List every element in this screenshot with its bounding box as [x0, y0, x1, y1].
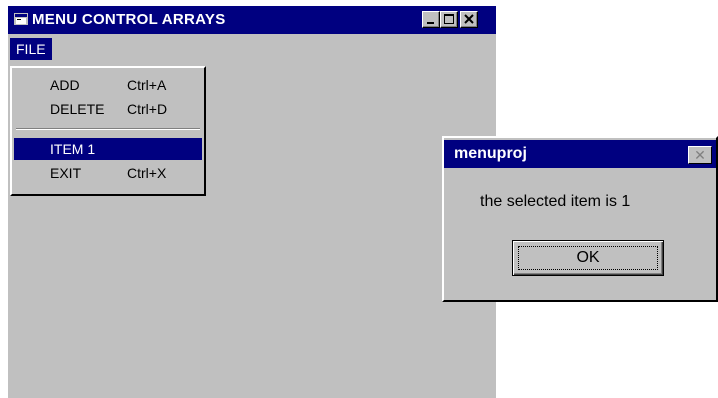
menu-file-label: FILE	[16, 41, 46, 57]
window-title: MENU CONTROL ARRAYS	[32, 11, 226, 28]
close-icon	[464, 14, 474, 24]
close-button[interactable]	[460, 11, 478, 28]
menu-item-exit[interactable]: EXIT Ctrl+X	[14, 162, 202, 184]
ok-button-label: OK	[518, 246, 658, 270]
dialog-close-button[interactable]: ✕	[688, 146, 712, 164]
dialog-message: the selected item is 1	[480, 193, 631, 210]
title-bar[interactable]: MENU CONTROL ARRAYS	[8, 6, 496, 34]
menu-item-label: EXIT	[50, 165, 82, 181]
menu-item-label: ADD	[50, 77, 80, 93]
dialog-title-bar[interactable]: menuproj ✕	[444, 140, 716, 168]
menu-bar: FILE	[8, 36, 496, 60]
close-icon: ✕	[694, 147, 706, 163]
menu-item-shortcut: Ctrl+A	[127, 77, 167, 93]
menu-item-delete[interactable]: DELETE Ctrl+D	[14, 98, 202, 120]
menu-item-shortcut: Ctrl+X	[127, 165, 167, 181]
menu-separator	[16, 128, 200, 130]
menu-item-add[interactable]: ADD Ctrl+A	[14, 74, 202, 96]
menu-item-label: DELETE	[50, 101, 105, 117]
menu-item-item-1[interactable]: ITEM 1	[14, 138, 202, 160]
menu-item-label: ITEM 1	[50, 141, 96, 157]
dialog-title: menuproj	[454, 145, 527, 162]
maximize-icon	[444, 14, 454, 24]
minimize-icon	[427, 22, 434, 24]
ok-button[interactable]: OK	[512, 240, 664, 276]
file-dropdown-menu: ADD Ctrl+A DELETE Ctrl+D ITEM 1 EXIT Ctr…	[10, 66, 206, 196]
maximize-button[interactable]	[440, 11, 458, 28]
menu-file[interactable]: FILE	[10, 38, 52, 60]
minimize-button[interactable]	[422, 11, 440, 28]
app-icon	[14, 13, 28, 25]
message-box: menuproj ✕ the selected item is 1 OK	[442, 136, 718, 302]
main-window: MENU CONTROL ARRAYS FILE	[8, 6, 496, 398]
menu-item-shortcut: Ctrl+D	[127, 101, 168, 117]
